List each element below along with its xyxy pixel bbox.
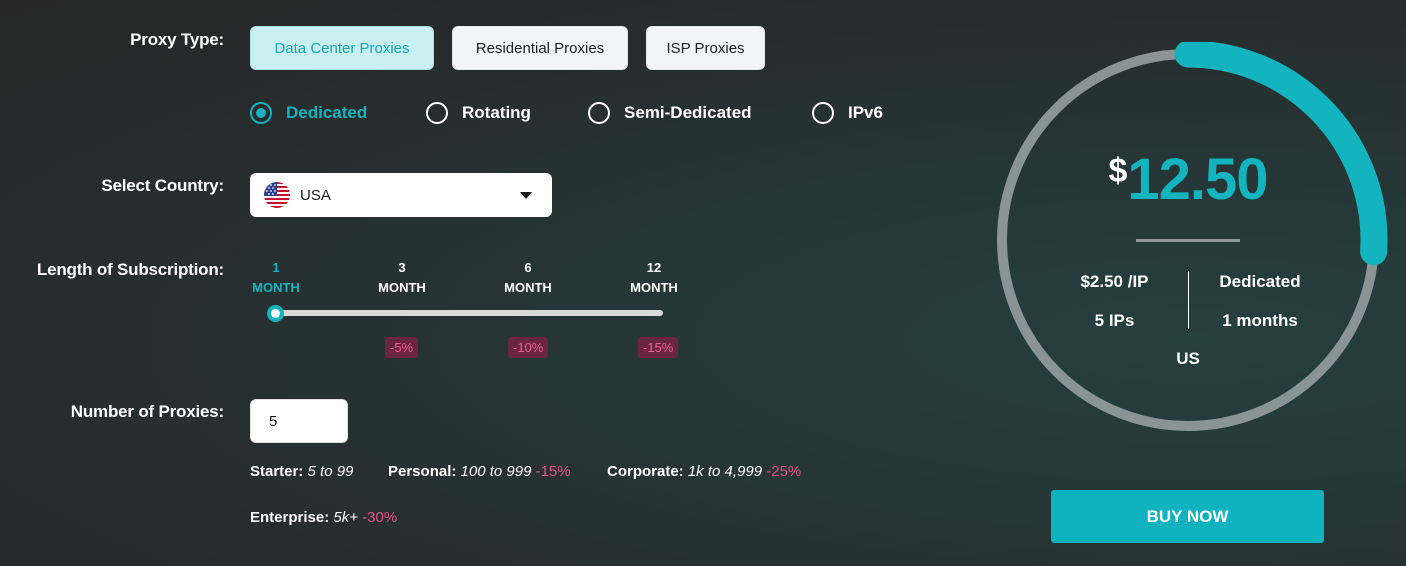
- radio-unchecked-icon: [426, 102, 448, 124]
- discount-badge-12-month: -15%: [638, 337, 679, 358]
- tier-range: 5 to 99: [307, 463, 354, 480]
- isp-proxies-button[interactable]: ISP Proxies: [646, 26, 765, 70]
- summary-ips: 5 IPs: [1094, 311, 1135, 330]
- num-proxies-input[interactable]: [250, 399, 348, 443]
- discount-badge-6-month: -10%: [508, 337, 549, 358]
- radio-label: Rotating: [462, 103, 531, 122]
- radio-rotating[interactable]: Rotating: [426, 102, 531, 124]
- tick-unit: MONTH: [252, 280, 300, 295]
- tier-discount: -30%: [362, 509, 398, 526]
- caret-down-icon: [520, 192, 532, 199]
- tick-number: 12: [646, 260, 662, 275]
- radio-label: Dedicated: [286, 103, 368, 122]
- tick-unit: MONTH: [504, 280, 552, 295]
- currency-symbol: $: [1108, 152, 1128, 190]
- us-flag-icon: [264, 182, 290, 208]
- tier-name: Corporate:: [607, 463, 684, 480]
- data-center-proxies-button[interactable]: Data Center Proxies: [250, 26, 434, 70]
- tick-6-month[interactable]: 6 MONTH: [493, 258, 563, 298]
- tier-enterprise: Enterprise: 5k+ -30%: [250, 509, 397, 526]
- tier-name: Starter:: [250, 463, 304, 480]
- summary-months: 1 months: [1222, 311, 1298, 330]
- tick-number: 6: [524, 260, 532, 275]
- tier-range: 5k+: [333, 509, 358, 526]
- per-ip-price: $2.50 /IP: [1080, 272, 1149, 291]
- tier-personal: Personal: 100 to 999 -15%: [388, 463, 571, 480]
- summary-country: US: [1176, 349, 1200, 368]
- radio-label: Semi-Dedicated: [624, 103, 752, 122]
- tick-1-month[interactable]: 1 MONTH: [241, 258, 311, 298]
- radio-checked-icon: [250, 102, 272, 124]
- tick-number: 1: [272, 260, 280, 275]
- radio-unchecked-icon: [812, 102, 834, 124]
- tier-discount: -15%: [535, 463, 571, 480]
- tier-discount: -25%: [766, 463, 802, 480]
- select-country-label: Select Country:: [101, 176, 224, 195]
- tier-range: 1k to 4,999: [687, 463, 763, 480]
- price-amount: 12.50: [1127, 147, 1268, 212]
- discount-badge-3-month: -5%: [385, 337, 419, 358]
- proxy-type-label: Proxy Type:: [130, 30, 224, 49]
- radio-dedicated[interactable]: Dedicated: [250, 102, 367, 124]
- tier-name: Enterprise:: [250, 509, 330, 526]
- summary-mode: Dedicated: [1219, 272, 1301, 291]
- summary-divider: [1188, 271, 1189, 329]
- radio-label: IPv6: [848, 103, 883, 122]
- subscription-slider-thumb[interactable]: [267, 305, 284, 322]
- radio-ipv6[interactable]: IPv6: [812, 102, 883, 124]
- tier-range: 100 to 999: [460, 463, 532, 480]
- length-label: Length of Subscription:: [36, 260, 224, 279]
- residential-proxies-button[interactable]: Residential Proxies: [452, 26, 628, 70]
- radio-semi-dedicated[interactable]: Semi-Dedicated: [588, 102, 752, 124]
- tick-3-month[interactable]: 3 MONTH: [367, 258, 437, 298]
- radio-unchecked-icon: [588, 102, 610, 124]
- tier-name: Personal:: [388, 463, 457, 480]
- buy-now-button[interactable]: BUY NOW: [1051, 490, 1324, 543]
- tier-starter: Starter: 5 to 99: [250, 463, 353, 480]
- price-divider: [1136, 239, 1240, 242]
- tick-12-month[interactable]: 12 MONTH: [619, 258, 689, 298]
- total-price: $12.50: [1000, 146, 1376, 213]
- num-proxies-label: Number of Proxies:: [70, 402, 224, 421]
- tick-unit: MONTH: [378, 280, 426, 295]
- subscription-slider-track[interactable]: [275, 310, 663, 316]
- tier-corporate: Corporate: 1k to 4,999 -25%: [607, 463, 801, 480]
- tick-number: 3: [398, 260, 406, 275]
- price-progress-ring: [990, 42, 1388, 440]
- tick-unit: MONTH: [630, 280, 678, 295]
- country-value: USA: [300, 186, 331, 204]
- country-select[interactable]: USA: [250, 173, 552, 217]
